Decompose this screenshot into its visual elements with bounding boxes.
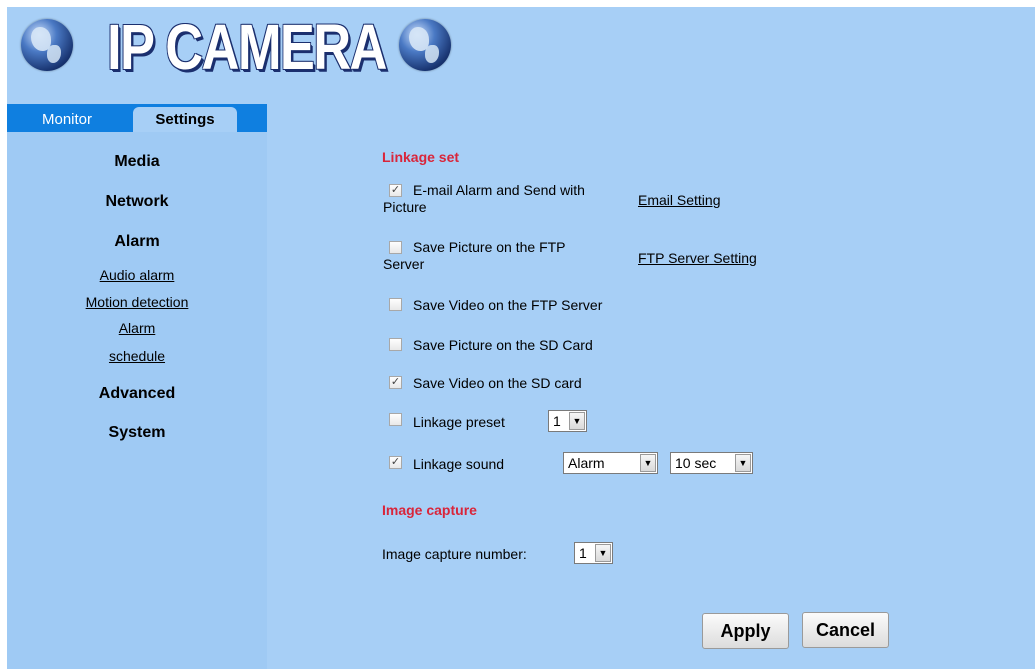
globe-icon: [21, 19, 73, 71]
sidebar: Monitor Settings Media Network Alarm Aud…: [7, 104, 267, 669]
header: IP CAMERA: [7, 7, 1035, 104]
sd-video-checkbox[interactable]: ✓: [389, 376, 402, 389]
sd-picture-checkbox[interactable]: [389, 338, 402, 351]
main-panel: Linkage set ✓ E-mail Alarm and Send with…: [267, 104, 1035, 669]
linkage-preset-value: 1: [553, 413, 561, 429]
tab-settings[interactable]: Settings: [133, 107, 237, 132]
linkage-sound-checkbox[interactable]: ✓: [389, 456, 402, 469]
chevron-down-icon: ▼: [735, 454, 751, 472]
email-alarm-checkbox[interactable]: ✓: [389, 184, 402, 197]
sidebar-item-advanced[interactable]: Advanced: [7, 385, 267, 403]
linkage-duration-select[interactable]: 10 sec ▼: [670, 452, 753, 474]
ftp-video-label: Save Video on the FTP Server: [413, 297, 603, 313]
app-frame: IP CAMERA Monitor Settings Media Network…: [7, 7, 1035, 669]
chevron-down-icon: ▼: [569, 412, 585, 430]
sidebar-item-media[interactable]: Media: [7, 153, 267, 171]
ftp-picture-label-line2: Server: [383, 256, 425, 272]
linkage-set-title: Linkage set: [382, 149, 460, 165]
ftp-video-checkbox[interactable]: [389, 298, 402, 311]
sidebar-item-alarm-schedule-line2[interactable]: schedule: [7, 348, 267, 364]
email-alarm-label-line2: Picture: [383, 199, 427, 215]
sidebar-item-network[interactable]: Network: [7, 193, 267, 211]
sidebar-item-audio-alarm[interactable]: Audio alarm: [7, 267, 267, 283]
apply-button[interactable]: Apply: [702, 613, 789, 649]
image-capture-title: Image capture: [382, 502, 477, 518]
chevron-down-icon: ▼: [640, 454, 656, 472]
linkage-sound-select[interactable]: Alarm ▼: [563, 452, 658, 474]
sidebar-item-alarm-schedule[interactable]: Alarm: [7, 320, 267, 336]
logo-title: IP CAMERA: [107, 11, 387, 83]
tab-bar: Monitor Settings: [7, 104, 267, 132]
sidebar-item-system[interactable]: System: [7, 424, 267, 442]
linkage-preset-label: Linkage preset: [413, 414, 505, 430]
linkage-preset-checkbox[interactable]: [389, 413, 402, 426]
image-capture-number-select[interactable]: 1 ▼: [574, 542, 613, 564]
linkage-preset-select[interactable]: 1 ▼: [548, 410, 587, 432]
sidebar-item-motion-detection[interactable]: Motion detection: [7, 294, 267, 310]
email-alarm-label: E-mail Alarm and Send with: [413, 182, 585, 198]
image-capture-number-value: 1: [579, 545, 587, 561]
cancel-button[interactable]: Cancel: [802, 612, 889, 648]
sidebar-item-alarm[interactable]: Alarm: [7, 233, 267, 251]
linkage-sound-value: Alarm: [568, 455, 605, 471]
image-capture-number-label: Image capture number:: [382, 546, 527, 562]
email-setting-link[interactable]: Email Setting: [638, 192, 720, 208]
ftp-picture-label: Save Picture on the FTP: [413, 239, 566, 255]
sd-picture-label: Save Picture on the SD Card: [413, 337, 593, 353]
sd-video-label: Save Video on the SD card: [413, 375, 582, 391]
ftp-server-setting-link[interactable]: FTP Server Setting: [638, 250, 757, 266]
chevron-down-icon: ▼: [595, 544, 611, 562]
tab-monitor[interactable]: Monitor: [7, 107, 127, 132]
globe-icon: [399, 19, 451, 71]
ftp-picture-checkbox[interactable]: [389, 241, 402, 254]
linkage-duration-value: 10 sec: [675, 455, 717, 471]
linkage-sound-label: Linkage sound: [413, 456, 505, 472]
